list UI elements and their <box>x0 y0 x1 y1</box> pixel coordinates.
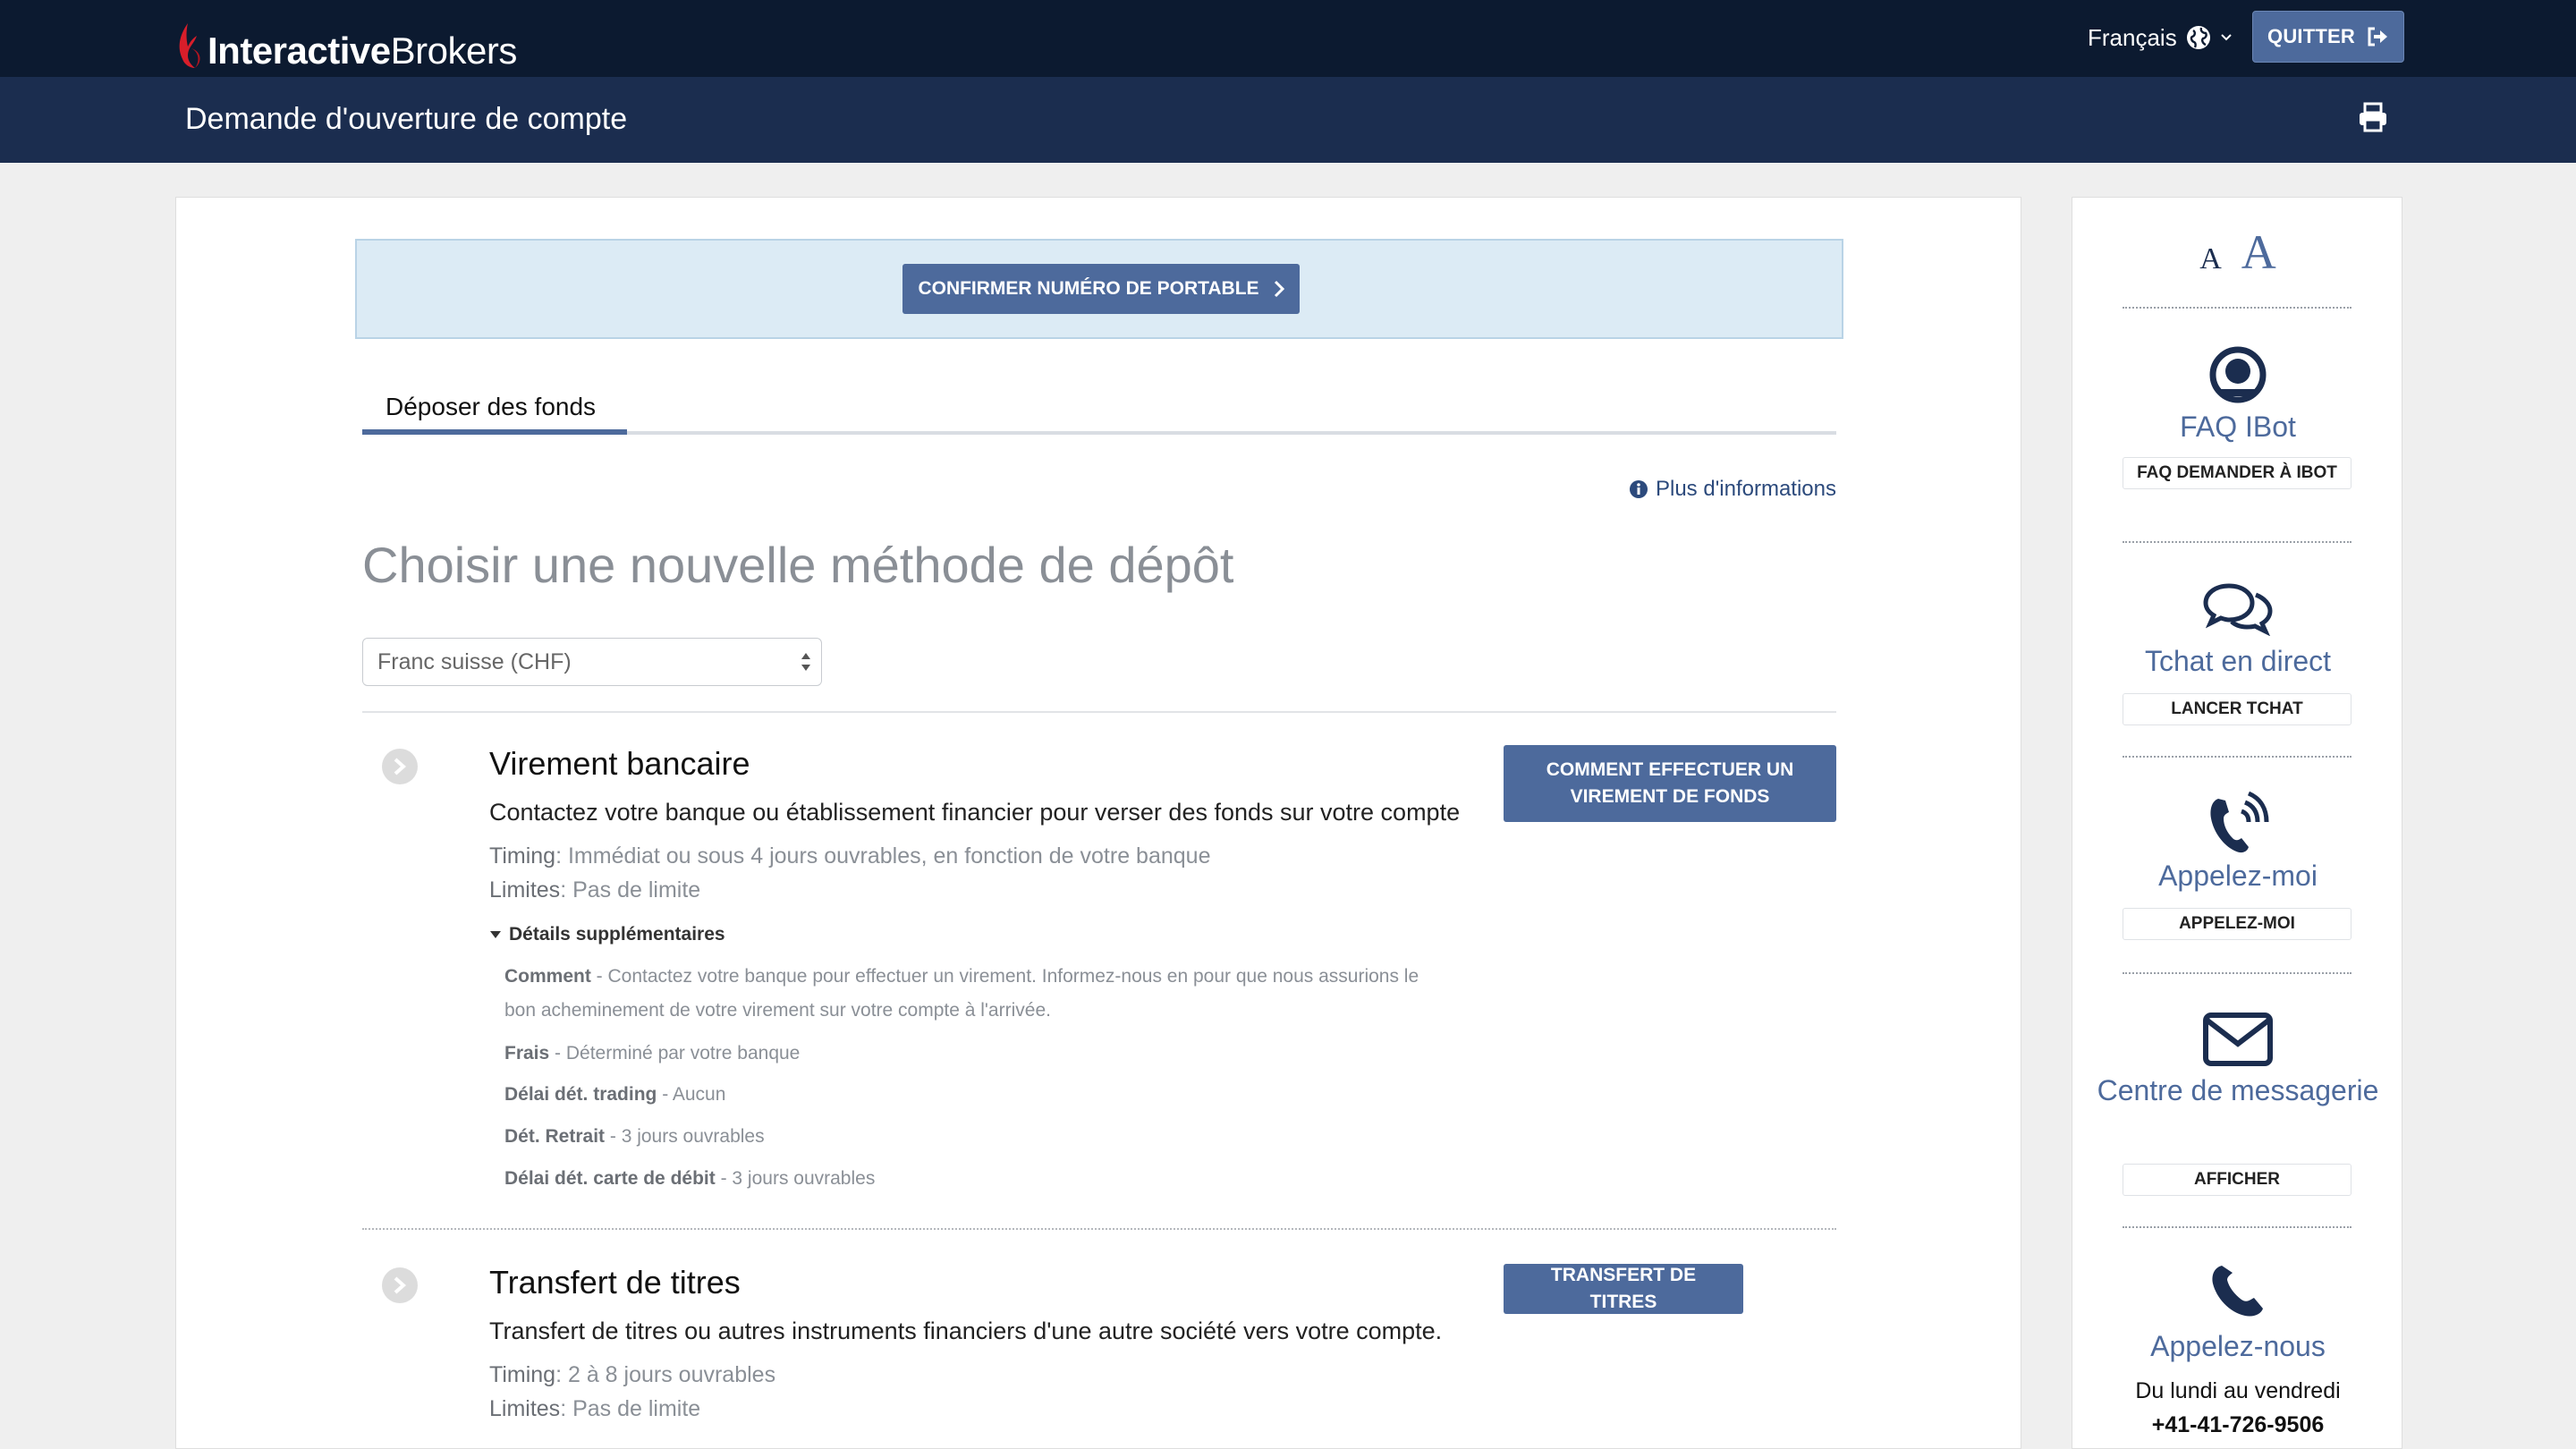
sidebar-item-title: Tchat en direct <box>2144 645 2332 677</box>
confirm-banner: CONFIRMER NUMÉRO DE PORTABLE <box>355 239 1843 339</box>
method-timing: Timing: Immédiat ou sous 4 jours ouvrabl… <box>489 843 1211 869</box>
sidebar-divider <box>2123 972 2351 974</box>
tab-active-indicator <box>362 429 627 435</box>
language-label: Français <box>2088 23 2177 51</box>
sidebar-divider <box>2123 307 2351 309</box>
confirm-mobile-label: CONFIRMER NUMÉRO DE PORTABLE <box>918 278 1259 299</box>
method-timing: Timing: 2 à 8 jours ouvrables <box>489 1362 776 1387</box>
call-us-hours: Du lundi au vendredi <box>2135 1378 2341 1403</box>
print-icon[interactable] <box>2358 102 2388 132</box>
method-limits: Limites: Pas de limite <box>489 877 701 902</box>
sidebar-item-title: Appelez-nous <box>2150 1330 2326 1362</box>
method-description: Transfert de titres ou autres instrument… <box>489 1318 1443 1344</box>
ibot-icon-wrap <box>2072 344 2403 405</box>
sidebar-divider <box>2123 541 2351 543</box>
help-sidebar: A A FAQ IBot FAQ DEMANDER À IBOT Tchat e… <box>2072 197 2402 1449</box>
chat-icon <box>2203 583 2273 636</box>
call-us-phone-number[interactable]: +41-41-726-9506 <box>2072 1412 2403 1438</box>
globe-icon <box>2186 26 2210 49</box>
currency-select-value: Franc suisse (CHF) <box>377 649 572 674</box>
detail-item: Dét. Retrait - 3 jours ouvrables <box>504 1126 765 1147</box>
more-info-link[interactable]: Plus d'informations <box>1629 477 1836 502</box>
phone-icon-wrap <box>2072 1262 2403 1319</box>
font-size-controls: A A <box>2072 225 2403 280</box>
chevron-right-icon <box>1274 280 1284 298</box>
phone-ring-icon-wrap <box>2072 788 2403 856</box>
call-me-button[interactable]: APPELEZ-MOI <box>2123 908 2351 940</box>
page-title: Demande d'ouverture de compte <box>185 102 628 136</box>
chevron-right-icon <box>394 1276 407 1294</box>
detail-item: Délai dét. trading - Aucun <box>504 1084 726 1105</box>
font-increase-button[interactable]: A <box>2241 225 2276 279</box>
more-info-label: Plus d'informations <box>1655 477 1836 501</box>
phone-ring-icon <box>2210 791 2269 853</box>
sidebar-divider <box>2123 756 2351 758</box>
chevron-down-icon <box>2220 34 2232 41</box>
info-circle-icon <box>1629 480 1648 498</box>
main-panel: CONFIRMER NUMÉRO DE PORTABLE Déposer des… <box>175 197 2021 1449</box>
sidebar-item-title: Centre de messagerie <box>2097 1074 2379 1106</box>
detail-item: Frais - Déterminé par votre banque <box>504 1043 801 1063</box>
detail-item: Comment - Contactez votre banque pour ef… <box>504 966 1419 1021</box>
interactive-brokers-logo[interactable]: InteractiveBrokers <box>175 16 517 70</box>
caret-down-icon <box>490 931 501 938</box>
expand-chevron-icon[interactable] <box>382 749 418 784</box>
quit-button-label: QUITTER <box>2267 25 2355 47</box>
method-description: Contactez votre banque ou établissement … <box>489 799 1461 826</box>
method-title: Virement bancaire <box>489 745 750 782</box>
method-limits: Limites: Pas de limite <box>489 1396 701 1421</box>
sign-out-icon <box>2368 27 2387 47</box>
language-selector[interactable]: Français <box>2088 21 2233 54</box>
envelope-icon <box>2203 1013 2273 1066</box>
select-arrows-icon <box>801 653 810 671</box>
securities-transfer-button[interactable]: TRANSFERT DE TITRES <box>1504 1264 1743 1314</box>
logo-wordmark: InteractiveBrokers <box>208 30 517 72</box>
flame-logo-icon <box>179 23 200 68</box>
quit-button[interactable]: QUITTER <box>2252 11 2404 63</box>
message-center-button[interactable]: AFFICHER <box>2123 1164 2351 1196</box>
method-divider <box>362 1228 1836 1230</box>
faq-ibot-button[interactable]: FAQ DEMANDER À IBOT <box>2123 457 2351 489</box>
tab-deposit-funds-label: Déposer des fonds <box>386 393 597 420</box>
currency-select[interactable]: Franc suisse (CHF) <box>362 638 822 686</box>
sidebar-divider <box>2123 1226 2351 1228</box>
envelope-icon-wrap <box>2072 1012 2403 1067</box>
wire-transfer-howto-button[interactable]: COMMENT EFFECTUER UN VIREMENT DE FONDS <box>1504 745 1836 822</box>
section-divider <box>362 711 1836 713</box>
deposit-method-heading: Choisir une nouvelle méthode de dépôt <box>362 537 1234 593</box>
detail-item: Délai dét. carte de débit - 3 jours ouvr… <box>504 1168 876 1189</box>
chat-icon-wrap <box>2072 580 2403 636</box>
sidebar-item-title: FAQ IBot <box>2180 411 2296 443</box>
ibot-icon <box>2209 346 2267 403</box>
chevron-right-icon <box>394 758 407 775</box>
launch-chat-button[interactable]: LANCER TCHAT <box>2123 693 2351 725</box>
phone-icon <box>2212 1266 2263 1317</box>
details-toggle-label: Détails supplémentaires <box>509 924 725 945</box>
sidebar-item-title: Appelez-moi <box>2158 860 2318 892</box>
top-navbar: InteractiveBrokers Français QUITTER <box>0 0 2576 77</box>
font-decrease-button[interactable]: A <box>2199 242 2222 275</box>
details-toggle[interactable]: Détails supplémentaires <box>489 924 725 945</box>
method-title: Transfert de titres <box>489 1264 741 1301</box>
expand-chevron-icon[interactable] <box>382 1267 418 1303</box>
sub-header: Demande d'ouverture de compte <box>0 77 2576 163</box>
confirm-mobile-button[interactable]: CONFIRMER NUMÉRO DE PORTABLE <box>902 264 1300 314</box>
